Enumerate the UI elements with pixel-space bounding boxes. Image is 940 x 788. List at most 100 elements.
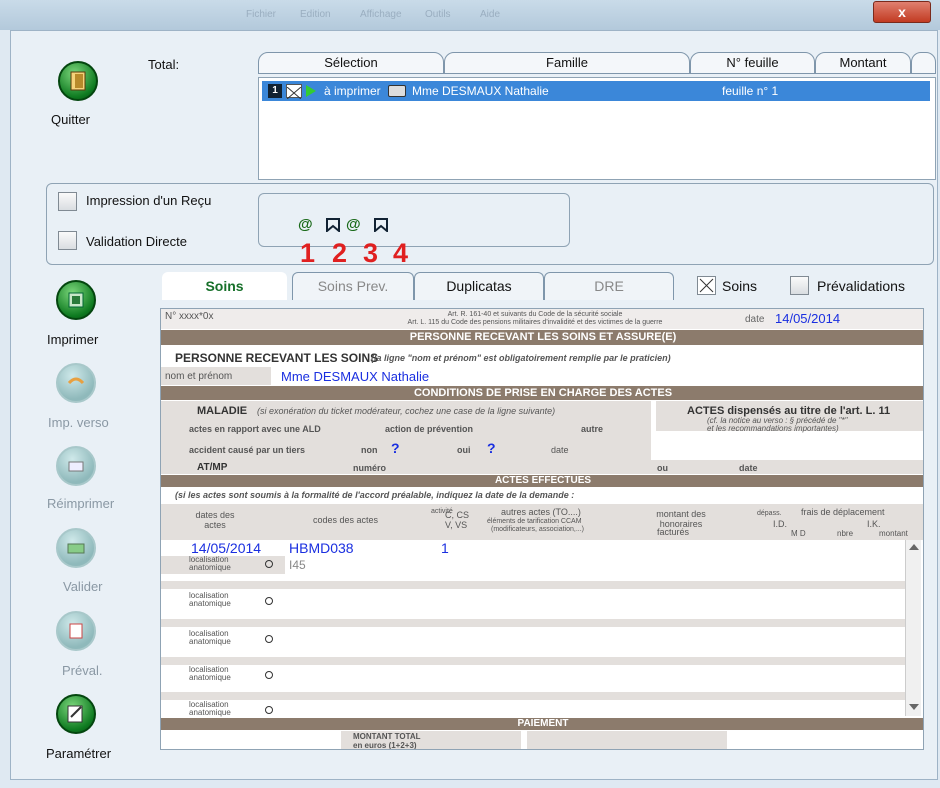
date-value[interactable]: 14/05/2014 bbox=[775, 311, 840, 326]
col-ccs: C, CS V, VS bbox=[445, 510, 470, 530]
person-note: (la ligne "nom et prénom" est obligatoir… bbox=[371, 353, 671, 363]
badge-one: 1 bbox=[268, 84, 282, 98]
col-frais: frais de déplacement bbox=[801, 507, 885, 517]
total-value-box[interactable] bbox=[527, 731, 727, 749]
loc-label2: anatomique bbox=[189, 637, 231, 646]
col-autres: autres actes (TO....) bbox=[501, 507, 581, 517]
minus-circle-icon[interactable] bbox=[265, 560, 273, 568]
print-button[interactable] bbox=[56, 280, 96, 320]
reprint-label[interactable]: Réimprimer bbox=[47, 496, 114, 511]
money-icon bbox=[67, 543, 85, 554]
blur-text: Fichier bbox=[246, 9, 277, 20]
preval-button[interactable] bbox=[56, 611, 96, 651]
preval-checkbox[interactable] bbox=[790, 276, 809, 295]
soins-checkbox-label[interactable]: Soins bbox=[722, 278, 757, 294]
art-line1: Art. R. 161-40 et suivants du Code de la… bbox=[447, 311, 623, 318]
verso-icon bbox=[67, 377, 85, 385]
loc-label2: anatomique bbox=[189, 673, 231, 682]
section-person: PERSONNE RECEVANT LES SOINS ET ASSURE(E) bbox=[161, 330, 923, 345]
column-feuille[interactable]: N° feuille bbox=[690, 52, 815, 74]
print-label[interactable]: Imprimer bbox=[47, 332, 98, 347]
act-code[interactable]: HBMD038 bbox=[289, 540, 354, 556]
receipt-checkbox[interactable] bbox=[58, 192, 77, 211]
minus-circle-icon[interactable] bbox=[265, 635, 273, 643]
validate-label[interactable]: Valider bbox=[63, 579, 103, 594]
validate-button[interactable] bbox=[56, 528, 96, 568]
col-codes: codes des actes bbox=[313, 515, 379, 525]
non-help-icon[interactable]: ? bbox=[391, 440, 400, 456]
title-bar: Fichier Edition Affichage Outils Aide x bbox=[0, 0, 940, 30]
section-conditions: CONDITIONS DE PRISE EN CHARGE DES ACTES bbox=[161, 386, 923, 400]
scroll-down-icon[interactable] bbox=[909, 704, 919, 710]
print-verso-button[interactable] bbox=[56, 363, 96, 403]
column-montant[interactable]: Montant bbox=[815, 52, 911, 74]
col-depass: dépass. bbox=[757, 510, 782, 517]
numero-label: numéro bbox=[353, 463, 387, 473]
at-icon[interactable]: @ bbox=[298, 216, 313, 233]
maladie-note: (si exonération du ticket modérateur, co… bbox=[257, 406, 556, 416]
printer-small-icon bbox=[388, 85, 406, 97]
total-label-1: MONTANT TOTAL bbox=[353, 732, 421, 741]
date-label: date bbox=[745, 314, 765, 325]
scroll-up-icon[interactable] bbox=[909, 544, 919, 550]
minus-circle-icon[interactable] bbox=[265, 597, 273, 605]
preval-label[interactable]: Préval. bbox=[62, 663, 102, 678]
name-value[interactable]: Mme DESMAUX Nathalie bbox=[281, 369, 429, 384]
bookmark-icon[interactable] bbox=[326, 218, 340, 232]
act-date[interactable]: 14/05/2014 bbox=[191, 540, 261, 556]
at-icon[interactable]: @ bbox=[346, 216, 361, 233]
actes-note2: et les recommandations importantes) bbox=[707, 424, 839, 433]
act-activite[interactable]: 1 bbox=[441, 540, 449, 556]
column-selection[interactable]: Sélection bbox=[258, 52, 444, 74]
list-item[interactable]: 1 à imprimer Mme DESMAUX Nathalie feuill… bbox=[262, 81, 930, 101]
reprint-button[interactable] bbox=[56, 446, 96, 486]
settings-label[interactable]: Paramétrer bbox=[46, 746, 111, 761]
tab-soins[interactable]: Soins bbox=[162, 272, 287, 300]
loc-label2: anatomique bbox=[189, 563, 231, 572]
act-row-4 bbox=[161, 657, 905, 665]
care-form: N° xxxx*0x Art. R. 161-40 et suivants du… bbox=[160, 308, 924, 750]
famille-value: Mme DESMAUX Nathalie bbox=[412, 84, 549, 98]
receipt-label[interactable]: Impression d'un Reçu bbox=[86, 193, 211, 208]
tab-soins-prev[interactable]: Soins Prev. bbox=[292, 272, 414, 300]
quit-button[interactable] bbox=[58, 61, 98, 101]
non-label: non bbox=[361, 445, 378, 455]
atmp-row bbox=[161, 460, 923, 474]
feuille-value: feuille n° 1 bbox=[722, 84, 779, 98]
bookmark-icon[interactable] bbox=[374, 218, 388, 232]
soins-checkbox[interactable] bbox=[697, 276, 716, 295]
col-autres3: (modificateurs, association,...) bbox=[491, 526, 584, 533]
atmp-date-label: date bbox=[739, 463, 758, 473]
col-montant: montant des honoraires bbox=[656, 509, 706, 529]
play-icon bbox=[306, 85, 316, 97]
loc-value[interactable]: I45 bbox=[289, 558, 306, 572]
selection-list[interactable]: 1 à imprimer Mme DESMAUX Nathalie feuill… bbox=[258, 77, 936, 180]
print-verso-label[interactable]: Imp. verso bbox=[48, 415, 109, 430]
maladie-label: MALADIE bbox=[197, 405, 248, 417]
accord-note: (si les actes sont soumis à la formalité… bbox=[175, 490, 575, 500]
tab-dre[interactable]: DRE bbox=[544, 272, 674, 300]
minus-circle-icon[interactable] bbox=[265, 671, 273, 679]
direct-checkbox[interactable] bbox=[58, 231, 77, 250]
direct-label[interactable]: Validation Directe bbox=[86, 234, 187, 249]
settings-button[interactable] bbox=[56, 694, 96, 734]
col-montant2: facturés bbox=[657, 527, 690, 537]
name-label: nom et prénom bbox=[165, 371, 233, 382]
tab-duplicatas[interactable]: Duplicatas bbox=[414, 272, 544, 300]
minus-circle-icon[interactable] bbox=[265, 706, 273, 714]
oui-help-icon[interactable]: ? bbox=[487, 440, 496, 456]
blur-text: Aide bbox=[480, 9, 501, 20]
column-famille[interactable]: Famille bbox=[444, 52, 690, 74]
accident-label: accident causé par un tiers bbox=[189, 445, 306, 455]
reprint-icon bbox=[68, 461, 84, 472]
quit-label[interactable]: Quitter bbox=[51, 112, 90, 127]
settings-icon bbox=[67, 705, 83, 723]
col-mont: montant bbox=[879, 529, 908, 538]
person-heading: PERSONNE RECEVANT LES SOINS bbox=[175, 351, 379, 365]
prevention-label: action de prévention bbox=[385, 424, 474, 434]
column-extra[interactable] bbox=[911, 52, 936, 74]
close-button[interactable]: x bbox=[873, 1, 931, 23]
callout-4: 4 bbox=[393, 238, 409, 268]
acts-scrollbar[interactable] bbox=[905, 540, 921, 716]
preval-checkbox-label[interactable]: Prévalidations bbox=[817, 278, 905, 294]
